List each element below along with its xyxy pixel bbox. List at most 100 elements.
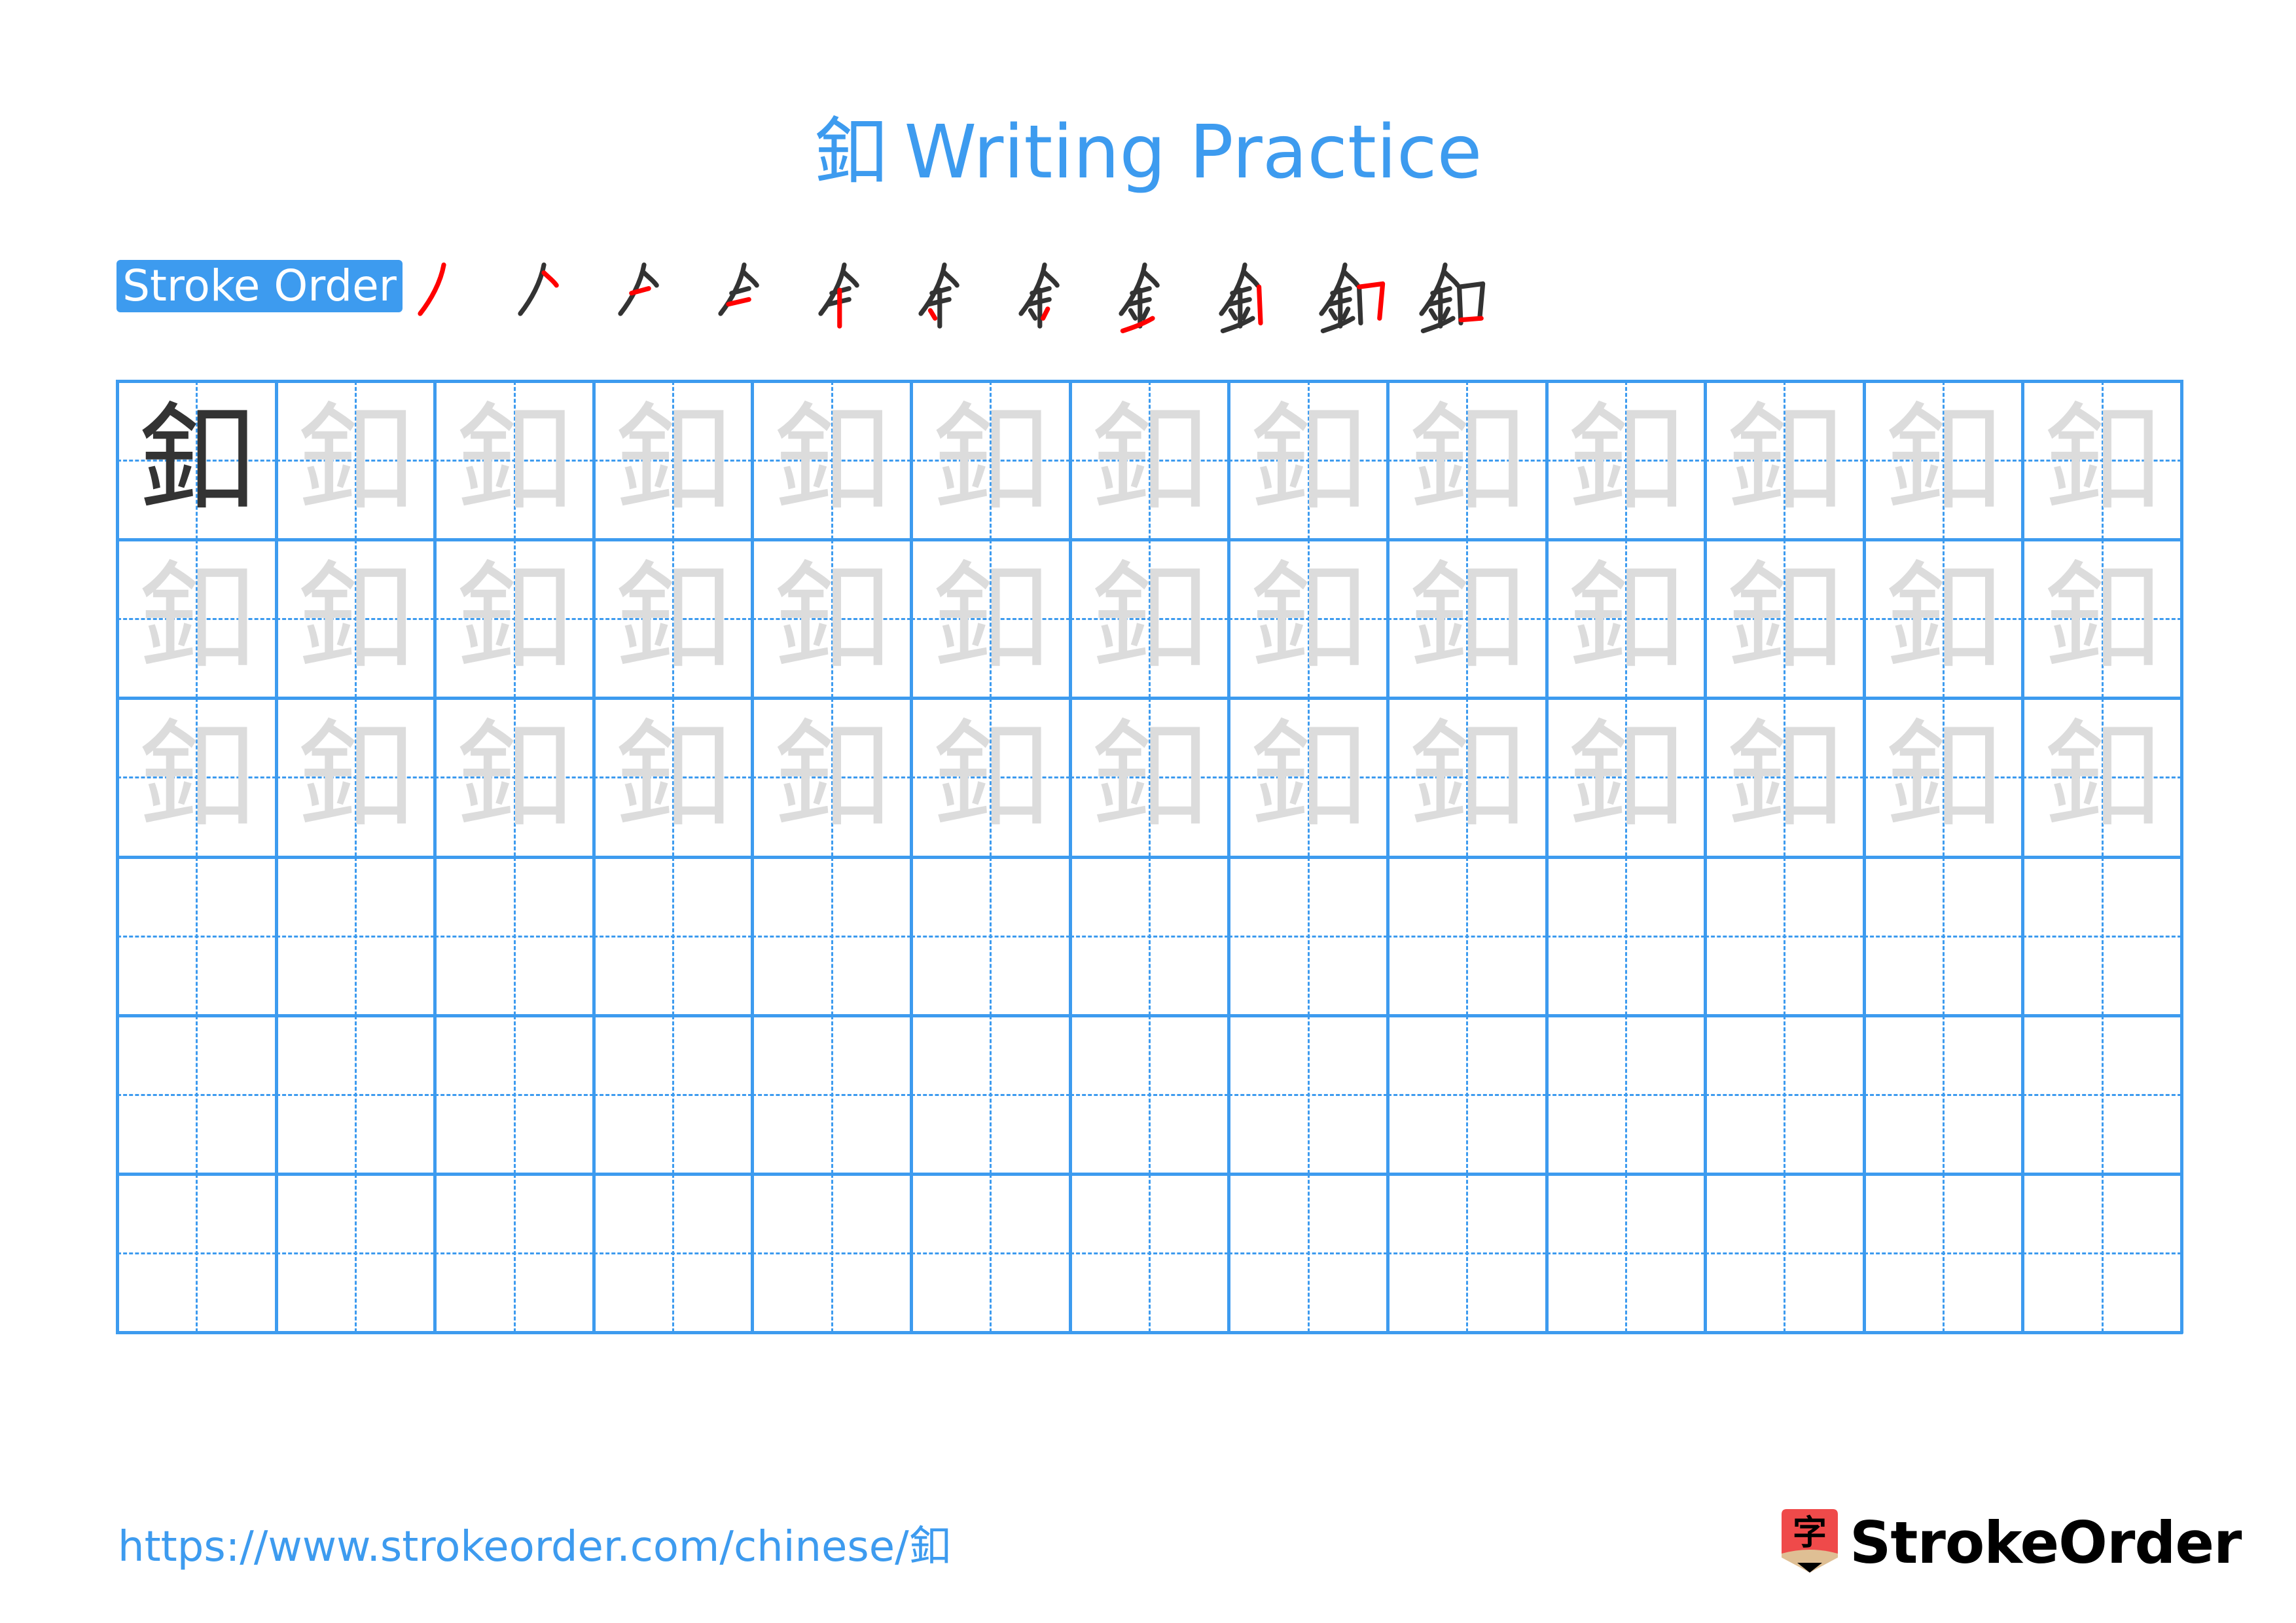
grid-cell[interactable] [276, 1015, 435, 1174]
grid-cell[interactable]: 釦 [593, 539, 753, 699]
grid-cell[interactable] [1387, 1015, 1547, 1174]
grid-cell[interactable]: 釦 [276, 539, 435, 699]
grid-cell[interactable]: 釦 [911, 381, 1070, 540]
grid-cell[interactable]: 釦 [1387, 698, 1547, 857]
stroke-step-10 [1314, 259, 1392, 337]
grid-cell[interactable] [117, 1015, 276, 1174]
grid-cell[interactable]: 釦 [276, 698, 435, 857]
grid-cell[interactable] [1387, 1173, 1547, 1332]
grid-cell[interactable] [593, 1173, 753, 1332]
grid-cell[interactable]: 釦 [1705, 698, 1864, 857]
grid-cell[interactable] [117, 1173, 276, 1332]
stroke-path [1042, 270, 1060, 288]
grid-cell[interactable] [1387, 856, 1547, 1015]
grid-cell[interactable]: 釦 [2022, 381, 2181, 540]
grid-cell[interactable] [1863, 856, 2023, 1015]
guide-line-horizontal [1387, 1252, 1547, 1254]
grid-cell[interactable]: 釦 [117, 698, 276, 857]
grid-cell[interactable] [276, 1173, 435, 1332]
grid-cell[interactable] [1863, 1015, 2023, 1174]
stroke-path [541, 270, 559, 288]
grid-cell[interactable] [435, 856, 594, 1015]
grid-cell[interactable] [2022, 1173, 2181, 1332]
trace-character: 釦 [296, 392, 414, 528]
grid-cell[interactable] [1229, 1015, 1388, 1174]
grid-cell[interactable] [435, 1015, 594, 1174]
grid-cell[interactable] [1705, 1173, 1864, 1332]
grid-cell[interactable] [1705, 1015, 1864, 1174]
grid-cell[interactable]: 釦 [1546, 539, 1706, 699]
grid-cell[interactable] [1069, 1015, 1229, 1174]
trace-character: 釦 [455, 708, 573, 846]
grid-cell[interactable]: 釦 [752, 539, 912, 699]
grid-cell[interactable] [2022, 856, 2181, 1015]
grid-cell[interactable]: 釦 [1546, 698, 1706, 857]
grid-cell[interactable] [1705, 856, 1864, 1015]
grid-cell[interactable] [752, 856, 912, 1015]
grid-cell[interactable] [752, 1173, 912, 1332]
grid-cell[interactable]: 釦 [1546, 381, 1706, 540]
trace-character: 釦 [296, 550, 414, 687]
grid-cell[interactable]: 釦 [1069, 381, 1229, 540]
stroke-path [1242, 270, 1260, 288]
grid-cell[interactable] [1546, 1015, 1706, 1174]
grid-cell[interactable] [1229, 856, 1388, 1015]
grid-cell[interactable] [1229, 1173, 1388, 1332]
grid-cell[interactable]: 釦 [117, 381, 276, 540]
grid-cell[interactable]: 釦 [593, 698, 753, 857]
guide-line-horizontal [2022, 1252, 2181, 1254]
grid-cell[interactable]: 釦 [1229, 698, 1388, 857]
grid-cell[interactable]: 釦 [1387, 381, 1547, 540]
grid-cell[interactable] [2022, 1015, 2181, 1174]
grid-line-horizontal [116, 380, 2183, 383]
trace-character: 釦 [1725, 392, 1844, 528]
grid-cell[interactable]: 釦 [1069, 698, 1229, 857]
guide-line-horizontal [1863, 935, 2023, 938]
grid-cell[interactable]: 釦 [2022, 539, 2181, 699]
grid-cell[interactable]: 釦 [752, 698, 912, 857]
grid-cell[interactable] [1546, 856, 1706, 1015]
grid-cell[interactable] [435, 1173, 594, 1332]
grid-cell[interactable] [911, 1015, 1070, 1174]
grid-cell[interactable] [911, 856, 1070, 1015]
grid-cell[interactable]: 釦 [1863, 539, 2023, 699]
grid-cell[interactable]: 釦 [117, 539, 276, 699]
grid-cell[interactable]: 釦 [1229, 381, 1388, 540]
grid-cell[interactable]: 釦 [1229, 539, 1388, 699]
guide-line-horizontal [1705, 1252, 1864, 1254]
grid-cell[interactable]: 釦 [1387, 539, 1547, 699]
grid-cell[interactable]: 釦 [1705, 539, 1864, 699]
stroke-step-8 [1113, 259, 1192, 337]
stroke-path [1457, 281, 1486, 321]
grid-cell[interactable] [1069, 856, 1229, 1015]
grid-cell[interactable]: 釦 [911, 539, 1070, 699]
grid-cell[interactable]: 釦 [435, 539, 594, 699]
grid-cell[interactable] [117, 856, 276, 1015]
stroke-path [518, 263, 547, 316]
grid-cell[interactable] [752, 1015, 912, 1174]
grid-cell[interactable]: 釦 [1863, 698, 2023, 857]
grid-cell[interactable]: 釦 [752, 381, 912, 540]
grid-cell[interactable]: 釦 [435, 698, 594, 857]
grid-cell[interactable] [1863, 1173, 2023, 1332]
grid-cell[interactable]: 釦 [435, 381, 594, 540]
stroke-path [418, 263, 446, 316]
grid-cell[interactable]: 釦 [1705, 381, 1864, 540]
grid-cell[interactable]: 釦 [1069, 539, 1229, 699]
grid-cell[interactable]: 釦 [911, 698, 1070, 857]
grid-cell[interactable]: 釦 [276, 381, 435, 540]
grid-cell[interactable]: 釦 [2022, 698, 2181, 857]
grid-cell[interactable] [593, 856, 753, 1015]
stroke-step-11 [1414, 259, 1492, 337]
stroke-path [1320, 316, 1355, 333]
trace-character: 釦 [1566, 708, 1685, 846]
grid-cell[interactable]: 釦 [1863, 381, 2023, 540]
grid-cell[interactable] [276, 856, 435, 1015]
grid-cell[interactable] [1546, 1173, 1706, 1332]
grid-cell[interactable] [1069, 1173, 1229, 1332]
grid-cell[interactable]: 釦 [593, 381, 753, 540]
source-url[interactable]: https://www.strokeorder.com/chinese/釦 [118, 1518, 951, 1577]
title-text: Writing Practice [904, 110, 1482, 195]
grid-cell[interactable] [911, 1173, 1070, 1332]
grid-cell[interactable] [593, 1015, 753, 1174]
